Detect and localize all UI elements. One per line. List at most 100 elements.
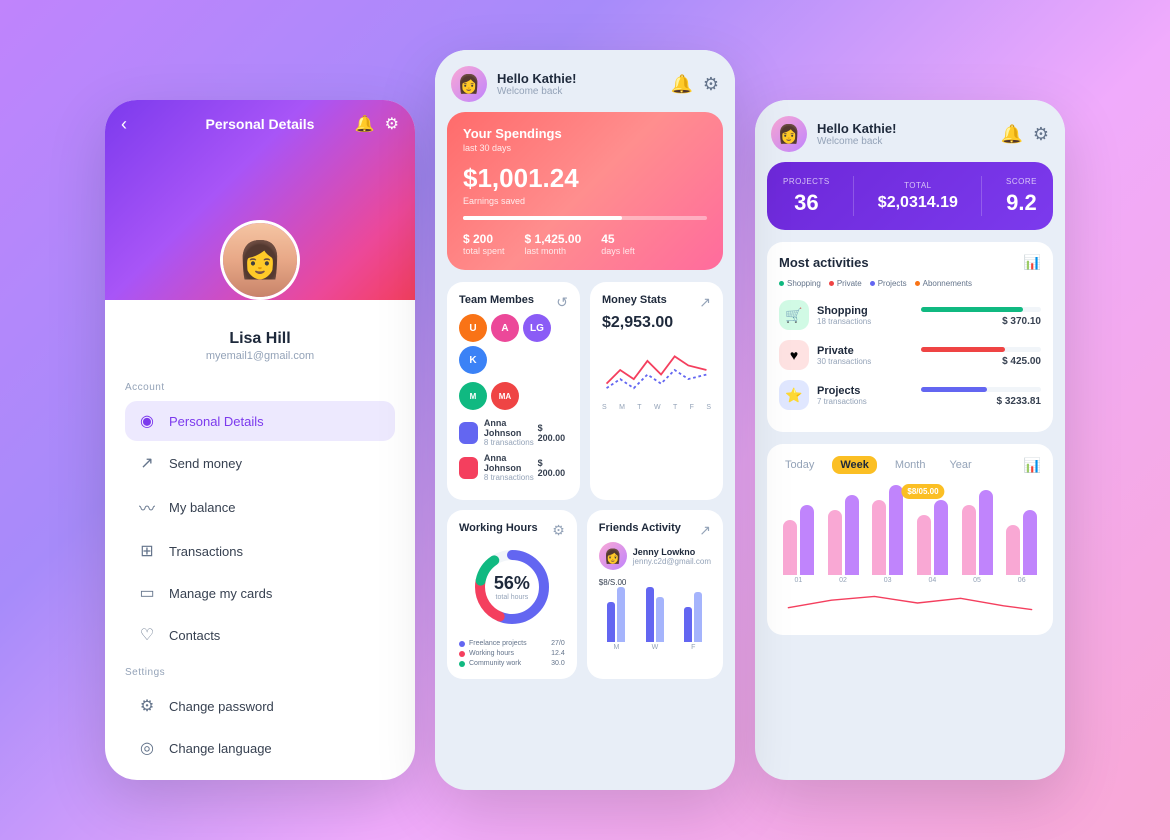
bar-label-05: 05 [973,577,981,584]
menu-item-notifications[interactable]: 🔔 Notifications [125,770,395,780]
stat-divider-2 [981,176,982,216]
main-bar-col-05: 05 [958,490,997,584]
right-gear-icon[interactable]: ⚙ [1033,124,1049,145]
friend-info: 👩 Jenny Lowkno jenny.c2d@gmail.com [599,542,711,570]
tab-today[interactable]: Today [779,456,820,474]
transactions-label: Transactions [169,544,243,559]
projects-icon-wrap: ⭐ [779,380,809,410]
legend-community-label: Community work [469,660,521,667]
change-language-label: Change language [169,741,272,756]
menu-item-my-balance[interactable]: 〰 My balance [125,485,395,529]
team-avatar-lg: LG [523,314,551,342]
menu-item-personal-details[interactable]: ◉ Personal Details [125,401,395,441]
right-bell-icon[interactable]: 🔔 [1000,124,1022,145]
team-avatar-a: A [491,314,519,342]
header-icons: 🔔 ⚙ [355,114,399,134]
bar-label-01: 01 [794,577,802,584]
main-bar-group-04 [913,500,952,575]
shopping-sub: 18 transactions [817,317,871,326]
working-hours-card: ⚙ Working Hours 56% total hours [447,510,577,679]
send-money-icon: ↗ [137,453,157,473]
mid-gear-icon[interactable]: ⚙ [703,74,719,95]
tab-week[interactable]: Week [832,456,877,474]
spendings-progress-bar [463,216,707,220]
team-row-2-left: Anna Johnson 8 transactions [459,453,538,482]
settings-section: Settings ⚙ Change password ◎ Change lang… [125,667,395,780]
chart-tooltip: $8/05.00 [901,484,944,499]
private-sub: 30 transactions [817,357,871,366]
bar-01-pink [783,520,797,575]
main-bar-col-03: 03 [868,485,907,584]
legend-private-dot [829,281,834,286]
bar-06-pink [1006,525,1020,575]
bar-01-purple [800,505,814,575]
mid-header-right: 🔔 ⚙ [670,74,719,95]
bar-label-02: 02 [839,577,847,584]
contacts-label: Contacts [169,628,220,643]
activity-projects-left: ⭐ Projects 7 transactions [779,380,867,410]
stat-total: TOTAL $2,0314.19 [878,181,958,212]
legend-projects-dot [870,281,875,286]
team-avatar-u: U [459,314,487,342]
legend-private: Private [829,279,862,288]
stat-last-month-value: $ 1,425.00 [525,232,582,246]
stat-total-label: TOTAL [878,181,958,190]
bar-label-03: 03 [884,577,892,584]
tab-month[interactable]: Month [889,456,932,474]
menu-item-transactions[interactable]: ⊞ Transactions [125,531,395,571]
bar-w-1 [646,587,654,642]
spendings-stats: $ 200 total spent $ 1,425.00 last month … [463,232,707,256]
team-avatar-ma: MA [491,382,519,410]
stat-score-label: SCORE [1006,177,1037,186]
legend-working-dot [459,651,465,657]
team-row-2-name: Anna Johnson [484,453,538,473]
shopping-icon: 🛒 [785,307,802,324]
projects-bar [921,387,987,392]
bar-group-m [607,587,625,642]
stat-score: SCORE 9.2 [1006,177,1037,216]
mid-avatar: 👩 [451,66,487,102]
bell-icon[interactable]: 🔔 [355,114,375,134]
right-phone-card: 👩 Hello Kathie! Welcome back 🔔 ⚙ PROJECT… [755,100,1065,780]
bar-m-2 [617,587,625,642]
money-stats-amount: $2,953.00 [602,314,711,332]
legend-working-label: Working hours [469,650,514,657]
activity-row-private: ♥ Private 30 transactions $ 425.00 [779,340,1041,370]
shopping-name: Shopping [817,305,871,317]
main-bar-group-01 [779,505,818,575]
team-avatar-k: K [459,346,487,374]
menu-item-send-money[interactable]: ↗ Send money [125,443,395,483]
money-stats-card: ↗ Money Stats $2,953.00 SMTWTFS [590,282,723,500]
stat-days-left-label: days left [601,246,635,256]
friends-bar-label: $8/S.00 [599,578,711,587]
bar-05-pink [962,505,976,575]
donut-label: total hours [494,594,530,601]
back-button[interactable]: ‹ [121,114,127,135]
stat-projects: PROJECTS 36 [783,177,830,216]
team-avatar-m: M [459,382,487,410]
stat-projects-label: PROJECTS [783,177,830,186]
tab-year[interactable]: Year [943,456,977,474]
menu-item-change-password[interactable]: ⚙ Change password [125,686,395,726]
menu-item-change-language[interactable]: ◎ Change language [125,728,395,768]
activity-shopping-left: 🛒 Shopping 18 transactions [779,300,871,330]
chart-card: Today Week Month Year 📊 $8/05.00 01 [767,444,1053,635]
donut-chart-container: 56% total hours [459,542,565,632]
legend-freelance-label: Freelance projects [469,640,527,647]
stat-total-value: $2,0314.19 [878,194,958,212]
left-card-body: Lisa Hill myemail1@gmail.com Account ◉ P… [105,300,415,780]
team-row-2-avatar [459,457,478,479]
right-welcome: Welcome back [817,136,896,147]
team-row-2-amount: $ 200.00 [538,458,568,478]
spendings-subtitle: last 30 days [463,143,707,153]
menu-item-contacts[interactable]: ♡ Contacts [125,615,395,655]
gear-icon[interactable]: ⚙ [385,114,399,134]
mid-bell-icon[interactable]: 🔔 [670,74,692,95]
private-info: Private 30 transactions [817,345,871,366]
right-header-left: 👩 Hello Kathie! Welcome back [771,116,896,152]
friends-bar-chart: M W F [599,591,711,651]
activities-header: Most activities 📊 [779,254,1041,271]
menu-item-manage-cards[interactable]: ▭ Manage my cards [125,573,395,613]
avatar-image: 👩 [223,223,297,297]
bar-03-purple [889,485,903,575]
